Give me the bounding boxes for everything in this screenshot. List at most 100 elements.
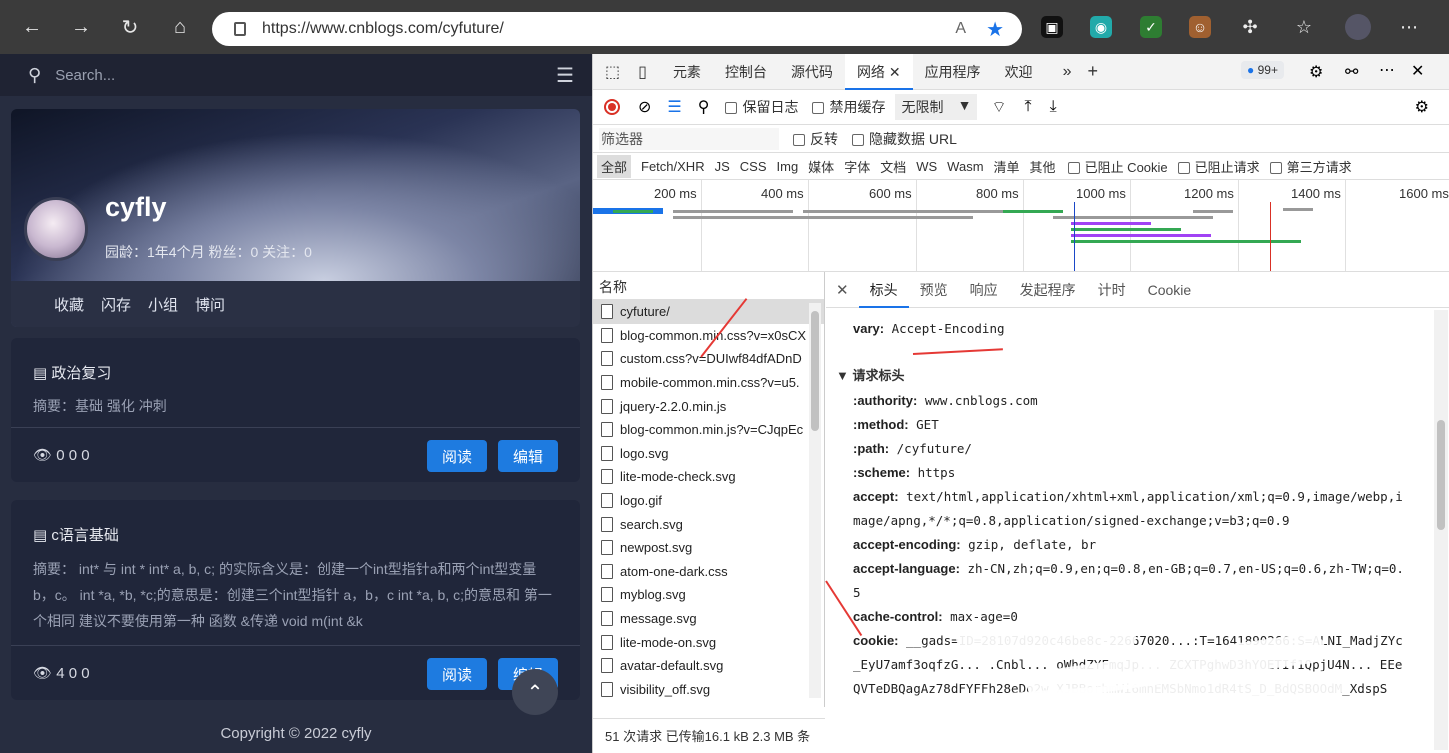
filter-input[interactable]: 筛选器 — [599, 127, 779, 150]
export-har-icon[interactable]: ⤓ — [1050, 98, 1057, 116]
request-row[interactable]: logo.svg — [593, 442, 824, 466]
issues-badge[interactable]: ● 99+ — [1241, 61, 1284, 79]
nav-groups[interactable]: 小组 — [148, 294, 178, 315]
record-icon[interactable] — [604, 99, 620, 115]
type-js[interactable]: JS — [715, 159, 730, 174]
add-tab-icon[interactable]: + — [1087, 61, 1098, 82]
settings-gear-icon[interactable]: ⚙ — [1309, 62, 1323, 82]
request-row[interactable]: newpost.svg — [593, 536, 824, 560]
type-img[interactable]: Img — [777, 159, 799, 174]
blocked-cookies-checkbox[interactable]: 已阻止 Cookie — [1067, 157, 1168, 176]
request-row[interactable]: avatar-default.svg — [593, 654, 824, 678]
blog-owner-name[interactable]: cyfly — [105, 192, 167, 223]
read-button[interactable]: 阅读 — [427, 440, 487, 472]
back-icon[interactable]: ← — [17, 12, 47, 42]
type-font[interactable]: 字体 — [844, 157, 870, 176]
close-devtools-icon[interactable]: ✕ — [1411, 61, 1424, 81]
detail-scrollbar[interactable] — [1434, 310, 1448, 750]
request-row[interactable]: message.svg — [593, 607, 824, 631]
type-css[interactable]: CSS — [740, 159, 767, 174]
tab-sources[interactable]: 源代码 — [779, 54, 845, 90]
tab-welcome[interactable]: 欢迎 — [993, 54, 1045, 90]
home-icon[interactable]: ⌂ — [165, 12, 195, 42]
edit-button[interactable]: 编辑 — [498, 440, 558, 472]
extension-icon-1[interactable]: ▣ — [1041, 16, 1063, 38]
request-row[interactable]: blog-common.min.js?v=CJqpEc — [593, 418, 824, 442]
tab-elements[interactable]: 元素 — [661, 54, 713, 90]
network-conditions-icon[interactable]: ⌔ — [991, 97, 1006, 117]
tab-cookies[interactable]: Cookie — [1137, 272, 1203, 308]
address-bar[interactable]: https://www.cnblogs.com/cyfuture/ A ★ — [212, 12, 1022, 46]
tab-application[interactable]: 应用程序 — [913, 54, 993, 90]
url-text[interactable]: https://www.cnblogs.com/cyfuture/ — [262, 20, 504, 38]
inspect-icon[interactable]: ⬚ — [605, 62, 620, 82]
nav-questions[interactable]: 博问 — [195, 294, 225, 315]
post-title[interactable]: 政治复习 — [51, 365, 111, 382]
request-row[interactable]: cyfuture/ — [593, 300, 824, 324]
search-icon[interactable]: ⚲ — [698, 97, 710, 117]
request-headers-section-toggle[interactable]: ▼ 请求标头 — [836, 365, 904, 384]
type-other[interactable]: 其他 — [1030, 157, 1056, 176]
avatar[interactable] — [24, 197, 88, 261]
disable-cache-checkbox[interactable]: 禁用缓存 — [812, 97, 885, 117]
type-ws[interactable]: WS — [916, 159, 937, 174]
profile-avatar[interactable] — [1345, 14, 1371, 40]
shield-icon[interactable]: ✓ — [1140, 16, 1162, 38]
request-list-scrollbar[interactable] — [809, 303, 821, 698]
search-input[interactable]: Search... — [55, 67, 115, 84]
type-media[interactable]: 媒体 — [808, 157, 834, 176]
type-doc[interactable]: 文档 — [880, 157, 906, 176]
scrollbar-thumb[interactable] — [1437, 420, 1445, 530]
customize-icon[interactable]: ⚯ — [1345, 62, 1358, 82]
type-manifest[interactable]: 清单 — [994, 157, 1020, 176]
forward-icon[interactable]: → — [66, 12, 96, 42]
scrollbar-thumb[interactable] — [811, 311, 819, 431]
clear-icon[interactable]: ⊘ — [638, 97, 651, 117]
hamburger-menu-icon[interactable]: ☰ — [556, 63, 574, 88]
request-row[interactable]: custom.css?v=DUIwf84dfADnD — [593, 347, 824, 371]
more-tabs-icon[interactable]: » — [1063, 63, 1072, 81]
import-har-icon[interactable]: ⤒ — [1025, 98, 1032, 116]
request-row[interactable]: lite-mode-check.svg — [593, 465, 824, 489]
tab-initiator[interactable]: 发起程序 — [1009, 272, 1087, 308]
network-settings-icon[interactable]: ⚙ — [1415, 97, 1429, 117]
extensions-puzzle-icon[interactable]: ✣ — [1239, 16, 1261, 38]
filter-icon[interactable]: ☰ — [667, 97, 681, 117]
nav-flash[interactable]: 闪存 — [101, 294, 131, 315]
nav-favorites[interactable]: 收藏 — [54, 294, 84, 315]
request-row[interactable]: mobile-common.min.css?v=u5. — [593, 371, 824, 395]
tab-network[interactable]: 网络 ✕ — [844, 53, 913, 90]
tab-response[interactable]: 响应 — [959, 272, 1009, 308]
device-emulation-icon[interactable]: ▯ — [638, 62, 647, 82]
blog-search-bar[interactable]: ⚲ Search... ☰ — [0, 54, 592, 96]
post-title[interactable]: c语言基础 — [51, 527, 119, 544]
read-button[interactable]: 阅读 — [427, 658, 487, 690]
read-aloud-icon[interactable]: A — [955, 20, 966, 38]
tab-preview[interactable]: 预览 — [909, 272, 959, 308]
refresh-icon[interactable]: ↻ — [115, 12, 145, 42]
favorite-star-icon[interactable]: ★ — [986, 17, 1004, 42]
type-fetch-xhr[interactable]: Fetch/XHR — [641, 159, 705, 174]
request-row[interactable]: search.svg — [593, 512, 824, 536]
invert-checkbox[interactable]: 反转 — [793, 129, 838, 149]
close-detail-icon[interactable]: ✕ — [836, 281, 849, 299]
extension-icon-2[interactable]: ◉ — [1090, 16, 1112, 38]
post-title-row[interactable]: ▤ 政治复习 — [33, 362, 111, 383]
type-wasm[interactable]: Wasm — [947, 159, 983, 174]
tab-headers[interactable]: 标头 — [858, 272, 909, 308]
request-row[interactable]: visibility_off.svg — [593, 678, 824, 702]
tab-console[interactable]: 控制台 — [713, 54, 779, 90]
post-title-row[interactable]: ▤ c语言基础 — [33, 524, 119, 545]
blocked-requests-checkbox[interactable]: 已阻止请求 — [1177, 157, 1260, 176]
search-icon[interactable]: ⚲ — [28, 65, 41, 86]
tab-timing[interactable]: 计时 — [1087, 272, 1137, 308]
scroll-to-top-button[interactable]: ⌃ — [512, 669, 558, 715]
request-row[interactable]: lite-mode-on.svg — [593, 630, 824, 654]
hide-data-url-checkbox[interactable]: 隐藏数据 URL — [852, 129, 957, 149]
throttle-select[interactable]: 无限制 ▼ — [895, 94, 978, 120]
more-options-icon[interactable]: ⋯ — [1379, 60, 1395, 80]
type-all[interactable]: 全部 — [597, 154, 632, 178]
third-party-checkbox[interactable]: 第三方请求 — [1269, 157, 1352, 176]
extension-icon-3[interactable]: ☺ — [1189, 16, 1211, 38]
request-row[interactable]: myblog.svg — [593, 583, 824, 607]
